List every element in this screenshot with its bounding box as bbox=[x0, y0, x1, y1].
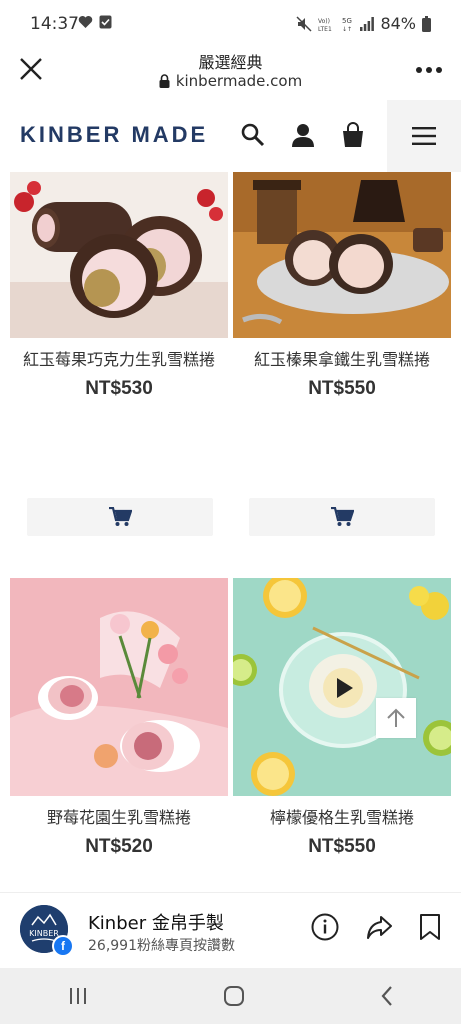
product-card: 紅玉莓果巧克力生乳雪糕捲 NT$530 bbox=[10, 172, 228, 400]
product-card: 紅玉榛果拿鐵生乳雪糕捲 NT$550 bbox=[233, 172, 451, 400]
product-name[interactable]: 紅玉榛果拿鐵生乳雪糕捲 bbox=[233, 348, 451, 372]
svg-text:5G: 5G bbox=[342, 17, 352, 25]
product-image[interactable] bbox=[10, 578, 228, 796]
site-header: KINBER MADE bbox=[0, 100, 461, 172]
svg-text:LTE1: LTE1 bbox=[318, 26, 332, 32]
volte-icon: Vo))LTE1 bbox=[318, 18, 332, 32]
status-time: 14:37 bbox=[30, 14, 79, 34]
share-icon[interactable] bbox=[365, 913, 393, 941]
lock-icon bbox=[159, 74, 170, 88]
cart-icon bbox=[109, 507, 132, 526]
product-image[interactable] bbox=[233, 172, 451, 338]
back-icon[interactable] bbox=[380, 985, 394, 1007]
browser-toolbar: 嚴選經典 kinbermade.com bbox=[0, 46, 461, 101]
add-to-cart-button[interactable] bbox=[249, 498, 435, 536]
mute-icon bbox=[296, 15, 312, 32]
scroll-to-top-button[interactable] bbox=[376, 698, 416, 738]
system-navigation-bar bbox=[0, 968, 461, 1024]
product-card: 野莓花園生乳雪糕捲 NT$520 bbox=[10, 578, 228, 858]
more-options-icon[interactable] bbox=[415, 58, 443, 82]
shopping-bag-icon[interactable] bbox=[340, 122, 366, 148]
bookmark-icon[interactable] bbox=[419, 913, 441, 941]
facebook-page-banner[interactable]: KINBER f Kinber 金帛手製 26,991粉絲專頁按讚數 bbox=[0, 892, 461, 969]
url-text: kinbermade.com bbox=[175, 72, 303, 90]
product-image[interactable] bbox=[233, 578, 451, 796]
product-name[interactable]: 紅玉莓果巧克力生乳雪糕捲 bbox=[10, 348, 228, 372]
arrow-up-icon bbox=[387, 708, 405, 727]
info-icon[interactable] bbox=[311, 913, 339, 941]
add-to-cart-button[interactable] bbox=[27, 498, 213, 536]
product-name[interactable]: 野莓花園生乳雪糕捲 bbox=[10, 806, 228, 830]
status-bar: 14:37 Vo)) LTE1 5G ↓↑ 84% bbox=[0, 0, 461, 46]
heart-icon bbox=[78, 16, 93, 28]
page-name[interactable]: Kinber 金帛手製 bbox=[88, 909, 224, 935]
svg-text:↓↑: ↓↑ bbox=[342, 26, 352, 32]
facebook-icon: f bbox=[52, 935, 74, 957]
download-check-icon bbox=[99, 15, 112, 29]
product-image[interactable] bbox=[10, 172, 228, 338]
home-icon[interactable] bbox=[223, 985, 245, 1007]
account-icon[interactable] bbox=[290, 122, 316, 148]
svg-text:Vo)): Vo)) bbox=[318, 18, 330, 25]
battery-icon bbox=[422, 15, 431, 32]
hamburger-icon bbox=[412, 127, 436, 145]
avatar-text: KINBER bbox=[29, 929, 59, 938]
cart-icon bbox=[331, 507, 354, 526]
search-icon[interactable] bbox=[240, 122, 266, 148]
url-display[interactable]: kinbermade.com bbox=[0, 72, 461, 90]
signal-icon bbox=[360, 16, 375, 31]
battery-percent: 84% bbox=[380, 14, 416, 33]
product-price: NT$530 bbox=[85, 378, 153, 399]
menu-button[interactable] bbox=[387, 100, 461, 172]
product-card: 檸檬優格生乳雪糕捲 NT$550 bbox=[233, 578, 451, 858]
page-title: 嚴選經典 bbox=[198, 53, 263, 72]
product-name[interactable]: 檸檬優格生乳雪糕捲 bbox=[233, 806, 451, 830]
5g-icon: 5G↓↑ bbox=[342, 17, 352, 32]
recent-apps-icon[interactable] bbox=[68, 987, 88, 1005]
product-price: NT$550 bbox=[308, 836, 376, 857]
site-logo[interactable]: KINBER MADE bbox=[20, 122, 208, 148]
follower-count: 26,991粉絲專頁按讚數 bbox=[88, 938, 235, 954]
product-price: NT$550 bbox=[308, 378, 376, 399]
product-price: NT$520 bbox=[85, 836, 153, 857]
